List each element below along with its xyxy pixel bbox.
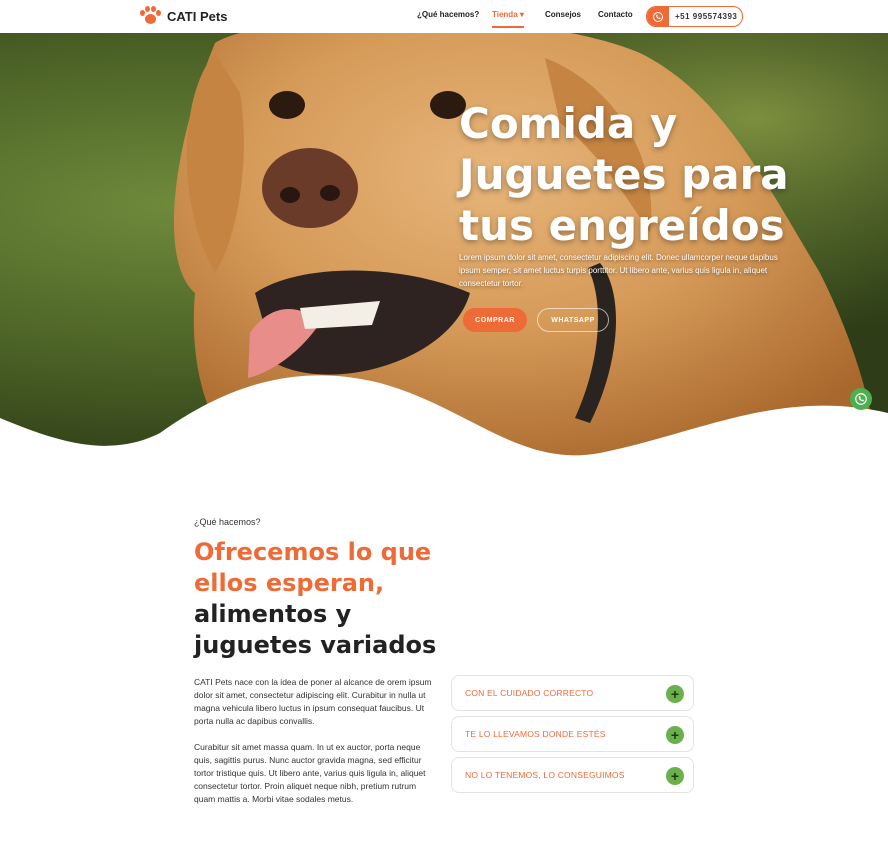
plus-icon[interactable]: + — [666, 685, 684, 703]
section-eyebrow: ¿Qué hacemos? — [194, 517, 261, 527]
accordion-label: CON EL CUIDADO CORRECTO — [465, 688, 594, 698]
nav-item-contacto[interactable]: Contacto — [598, 10, 633, 19]
accordion-item-conseguimos[interactable]: NO LO TENEMOS, LO CONSEGUIMOS + — [451, 757, 694, 793]
whatsapp-button[interactable]: WHATSAPP — [537, 308, 609, 332]
paw-icon — [139, 6, 161, 26]
section-title-dark: alimentos y juguetes variados — [194, 600, 437, 659]
logo-text: CATI Pets — [167, 8, 228, 24]
phone-number: +51 995574393 — [675, 12, 738, 21]
nav-item-consejos[interactable]: Consejos — [545, 10, 581, 19]
accordion-item-cuidado[interactable]: CON EL CUIDADO CORRECTO + — [451, 675, 694, 711]
hero-title: Comida y Juguetes para tus engreídos — [459, 99, 789, 250]
hero-text: Lorem ipsum dolor sit amet, consectetur … — [459, 253, 778, 288]
phone-button[interactable]: +51 995574393 — [646, 6, 743, 27]
accordion-label: TE LO LLEVAMOS DONDE ESTÉS — [465, 729, 606, 739]
accordion-label: NO LO TENEMOS, LO CONSEGUIMOS — [465, 770, 625, 780]
whatsapp-float-icon[interactable] — [850, 388, 872, 410]
section-title: Ofrecemos lo que ellos esperan, alimento… — [194, 537, 454, 661]
accordion-item-llevamos[interactable]: TE LO LLEVAMOS DONDE ESTÉS + — [451, 716, 694, 752]
logo[interactable]: CATI Pets — [139, 6, 227, 26]
whatsapp-icon — [647, 7, 669, 26]
about-paragraph-2: Curabitur sit amet massa quam. In ut ex … — [194, 742, 426, 804]
top-navbar: CATI Pets ¿Qué hacemos? Tienda ▾ Consejo… — [0, 0, 888, 33]
plus-icon[interactable]: + — [666, 767, 684, 785]
nav-item-que-hacemos[interactable]: ¿Qué hacemos? — [417, 10, 479, 19]
hero-section: Comida y Juguetes para tus engreídos Lor… — [0, 33, 888, 463]
about-paragraph-1: CATI Pets nace con la idea de poner al a… — [194, 677, 432, 726]
nav-item-tienda[interactable]: Tienda ▾ — [492, 10, 524, 28]
section-title-accent: Ofrecemos lo que ellos esperan, — [194, 538, 432, 597]
buy-button[interactable]: COMPRAR — [463, 308, 527, 332]
plus-icon[interactable]: + — [666, 726, 684, 744]
